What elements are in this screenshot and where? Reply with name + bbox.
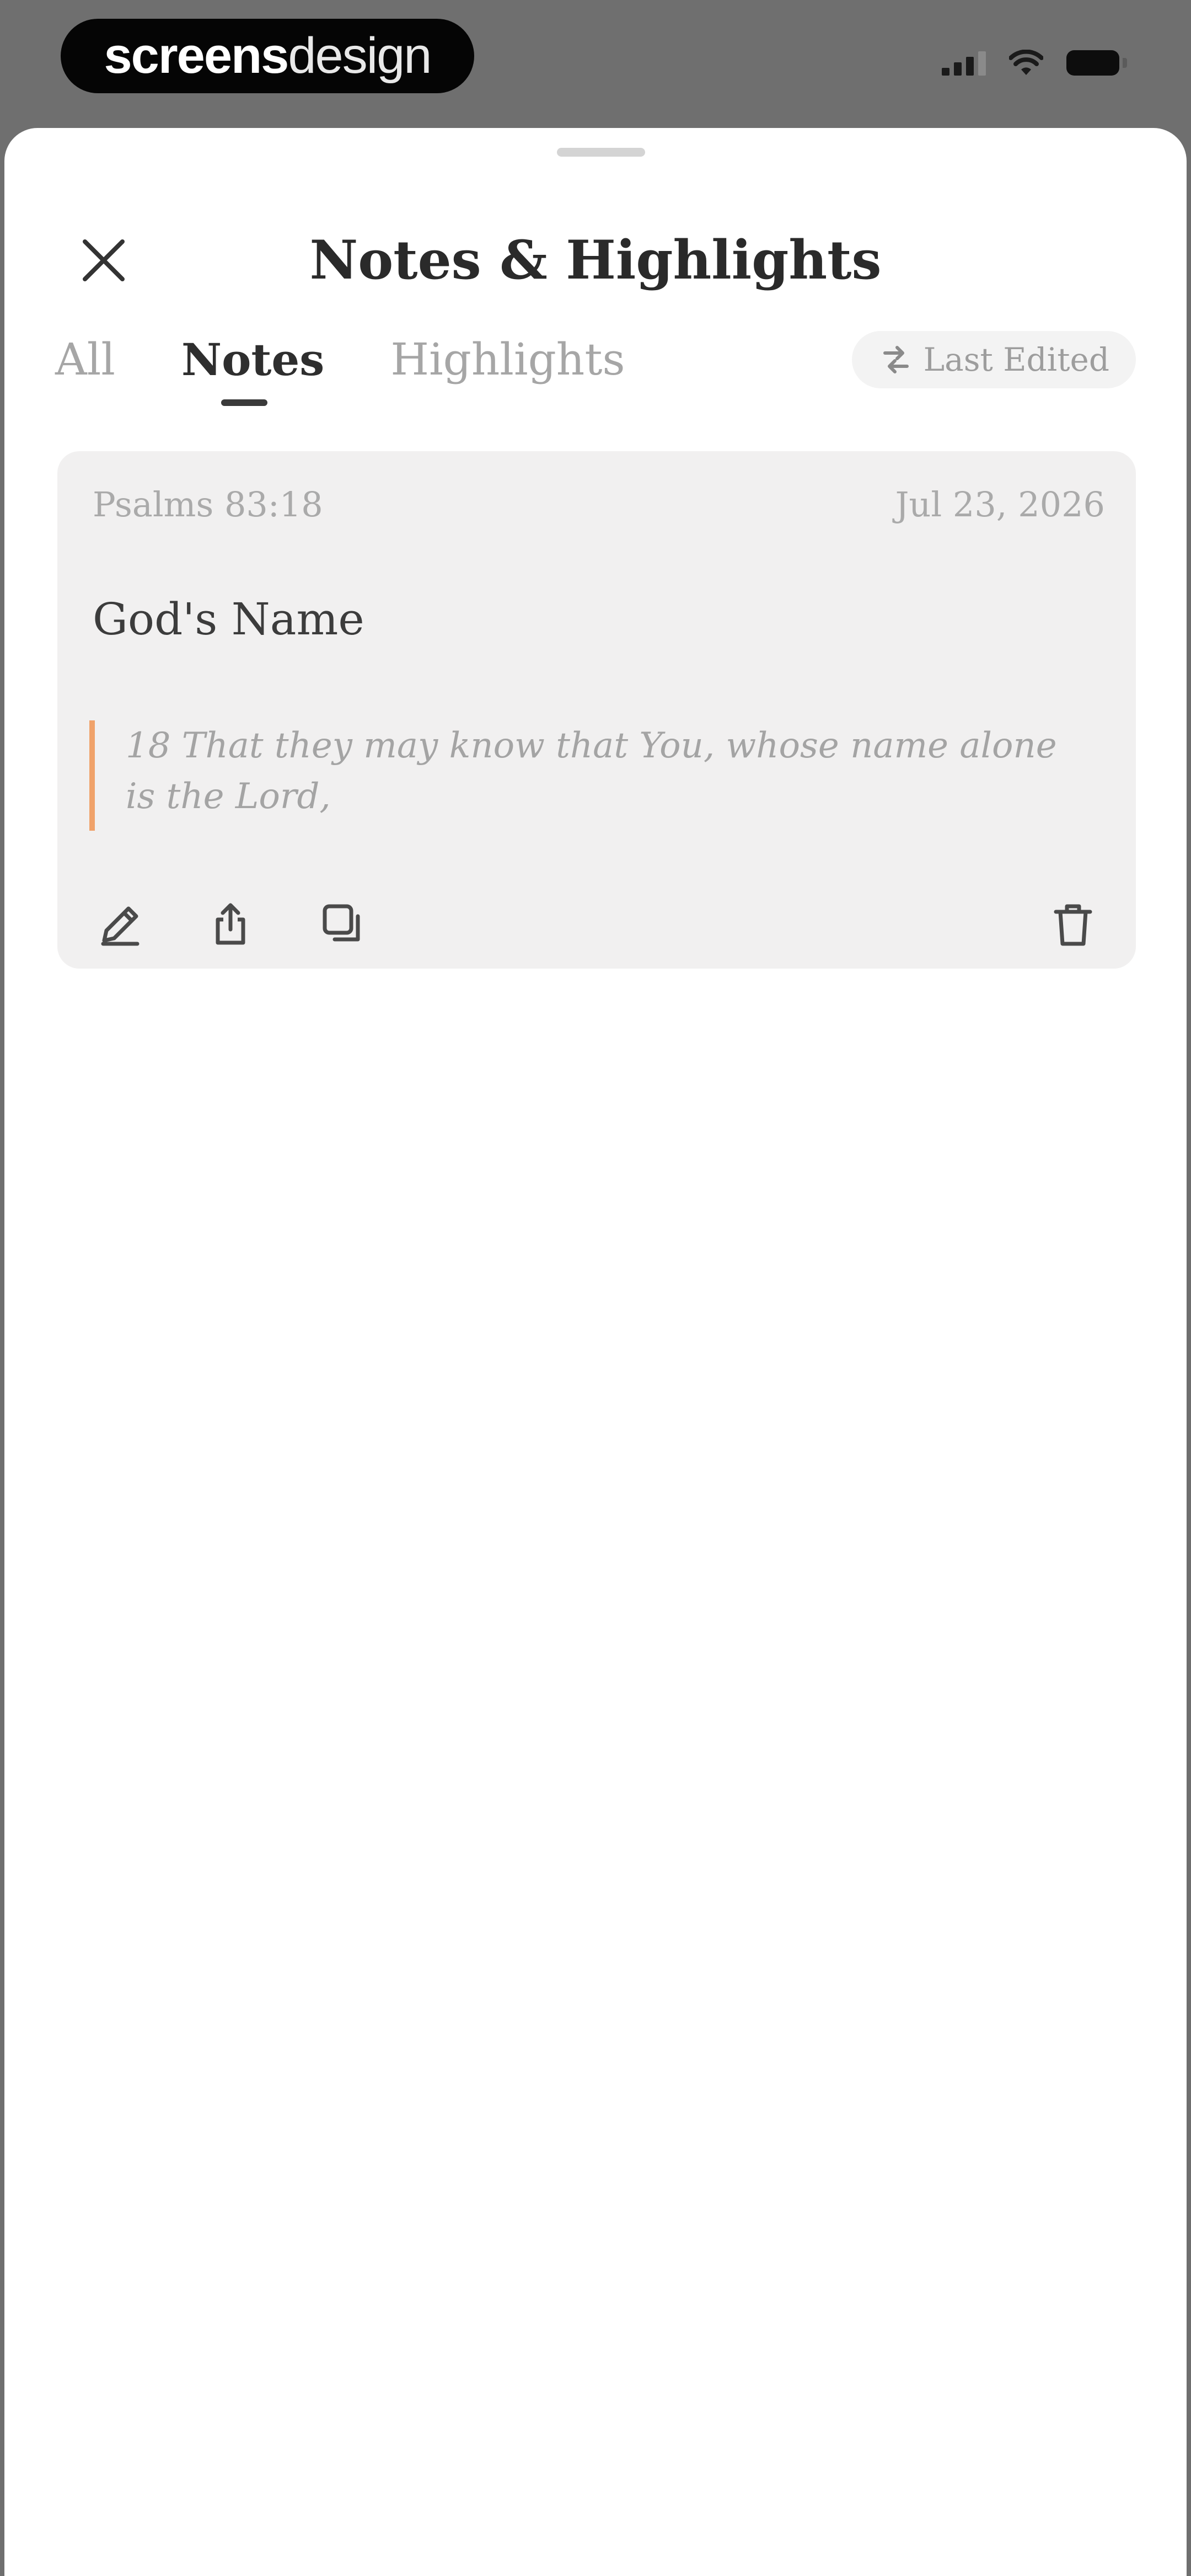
share-button[interactable]: [203, 897, 258, 952]
copy-button[interactable]: [315, 897, 371, 952]
delete-button[interactable]: [1045, 897, 1101, 952]
note-date: Jul 23, 2026: [895, 484, 1105, 525]
sort-icon: [883, 346, 909, 373]
status-bar: screens design: [0, 0, 1191, 132]
tab-highlights[interactable]: Highlights: [390, 327, 625, 393]
share-icon: [216, 903, 245, 945]
brand-logo-light: design: [288, 28, 432, 84]
note-quote: 18 That they may know that You, whose na…: [89, 720, 1093, 831]
pencil-icon: [101, 906, 140, 946]
brand-logo: screens design: [61, 19, 474, 93]
sort-button[interactable]: Last Edited: [851, 331, 1136, 388]
sheet-title: Notes & Highlights: [309, 229, 882, 291]
filter-tabs: All Notes Highlights: [55, 327, 625, 406]
tab-all[interactable]: All: [55, 327, 115, 393]
wifi-icon: [1009, 50, 1043, 75]
edit-button[interactable]: [93, 897, 148, 952]
signal-icon: [942, 50, 986, 76]
note-actions: [93, 897, 1101, 952]
copy-icon: [323, 904, 360, 942]
sort-label: Last Edited: [923, 341, 1109, 378]
notes-sheet: Notes & Highlights All Notes Highlights …: [4, 128, 1187, 2576]
note-card[interactable]: Psalms 83:18 Jul 23, 2026 God's Name 18 …: [57, 451, 1136, 969]
battery-icon: [1066, 50, 1127, 76]
note-reference: Psalms 83:18: [93, 484, 323, 525]
status-icons: [942, 50, 1127, 76]
sheet-grabber[interactable]: [557, 148, 645, 157]
tab-notes[interactable]: Notes: [181, 327, 324, 406]
note-title: God's Name: [93, 594, 364, 645]
trash-icon: [1054, 904, 1092, 946]
brand-logo-bold: screens: [104, 28, 289, 84]
